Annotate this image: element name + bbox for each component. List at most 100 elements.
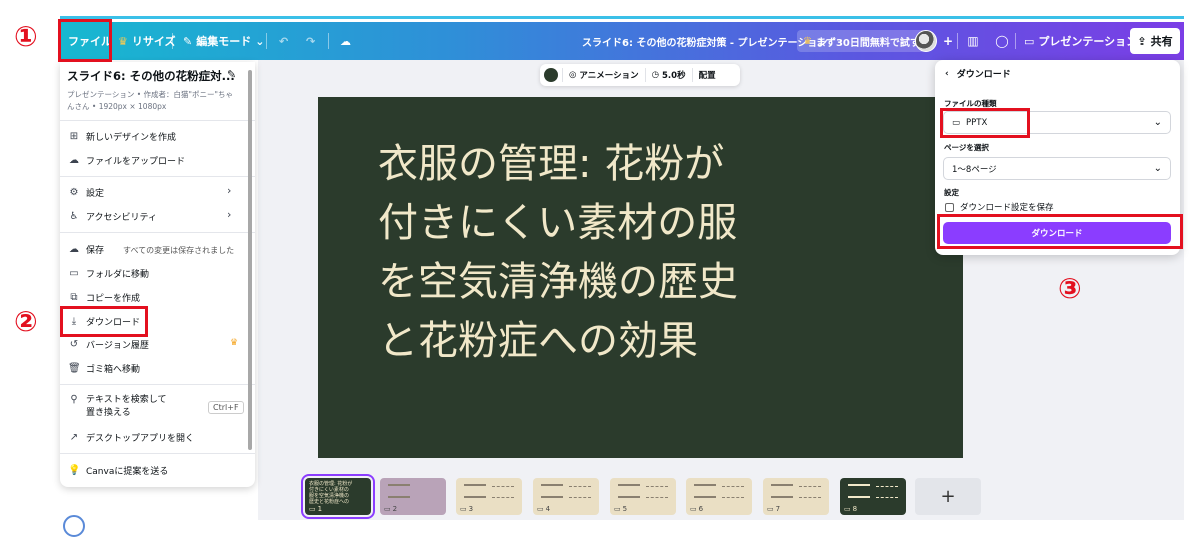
settings-label: 設定 xyxy=(86,188,105,199)
panel-divider xyxy=(60,384,255,385)
resize-label: リサイズ xyxy=(131,35,176,48)
page-thumbnail[interactable]: ▭ 5 xyxy=(610,478,676,515)
download-label: ダウンロード xyxy=(86,317,141,328)
share-button[interactable]: ⇪ 共有 xyxy=(1130,28,1180,54)
upload-item[interactable]: ☁ ファイルをアップロード xyxy=(68,152,185,168)
file-type-select[interactable]: ▭ PPTX ⌄ xyxy=(943,111,1171,134)
feedback-item[interactable]: 💡 Canvaに提案を送る xyxy=(68,462,168,478)
crown-icon: ♛ xyxy=(118,34,128,48)
page-number: 4 xyxy=(545,505,551,513)
desktop-app-label: デスクトップアプリを開く xyxy=(86,433,195,444)
panel-divider xyxy=(60,232,255,233)
slide-icon: ▭ xyxy=(614,505,621,513)
document-title[interactable]: スライド6: その他の花粉症対策 - プレゼンテーション xyxy=(582,22,827,60)
present-label: プレゼンテーション xyxy=(1038,35,1138,48)
comments-button[interactable]: ◯ xyxy=(991,30,1013,52)
step-1-number: ① xyxy=(14,20,38,53)
toolbar-divider xyxy=(957,33,958,49)
undo-button[interactable]: ↶ xyxy=(279,22,288,60)
thumbnail-content xyxy=(848,484,870,498)
pages-select[interactable]: 1〜8ページ ⌄ xyxy=(943,157,1171,180)
thumbnail-content xyxy=(876,486,898,498)
help-icon[interactable] xyxy=(63,515,85,537)
add-page-button[interactable]: + xyxy=(915,478,981,515)
slide-text[interactable]: 衣服の管理: 花粉が付きにくい素材の服を空気清浄機の歴史と花粉症への効果 xyxy=(378,135,758,371)
color-swatch[interactable] xyxy=(544,68,558,82)
edit-title-icon[interactable]: ✎ xyxy=(227,68,236,81)
page-thumbnails: 衣服の管理: 花粉が付きにくい素材の服を空気清浄機の歴史と花粉症への ▭ 1 ▭ 2… xyxy=(258,472,1184,520)
page-thumbnail[interactable]: ▭ 3 xyxy=(456,478,522,515)
insights-button[interactable]: ▥ xyxy=(962,30,984,52)
document-title-text: スライド6: その他の花粉症対策 - プレゼンテーション xyxy=(582,37,828,49)
panel-scrollbar[interactable] xyxy=(248,70,252,450)
undo-icon: ↶ xyxy=(279,34,289,48)
add-collaborator-button[interactable]: + xyxy=(937,30,959,52)
thumbnail-content xyxy=(694,484,716,498)
page-thumbnail[interactable]: ▭ 8 xyxy=(840,478,906,515)
chevron-right-icon: › xyxy=(227,184,232,197)
user-avatar[interactable] xyxy=(915,30,937,52)
download-panel-title: ダウンロード xyxy=(956,70,1011,80)
back-chevron-icon[interactable]: ‹ xyxy=(945,69,949,79)
upload-label: ファイルをアップロード xyxy=(86,156,186,167)
pages-value: 1〜8ページ xyxy=(952,164,997,175)
cloud-check-icon: ☁ xyxy=(69,243,79,255)
cloud-save-status[interactable]: ☁ xyxy=(340,22,351,60)
page-thumbnail[interactable]: ▭ 4 xyxy=(533,478,599,515)
download-item[interactable]: ⤓ ダウンロード xyxy=(68,313,140,329)
download-panel-header: ‹ ダウンロード xyxy=(945,67,1011,81)
edit-mode-button[interactable]: ✎ 編集モード ⌄ xyxy=(183,22,264,60)
settings-item[interactable]: ⚙ 設定 xyxy=(68,184,105,200)
thumbnail-content xyxy=(722,486,744,498)
save-status: すべての変更は保存されました xyxy=(123,246,235,255)
page-thumbnail[interactable]: ▭ 6 xyxy=(686,478,752,515)
present-button[interactable]: ▭ プレゼンテーション xyxy=(1024,22,1137,60)
page-thumbnail[interactable]: ▭ 7 xyxy=(763,478,829,515)
cloud-check-icon: ☁ xyxy=(340,34,351,48)
top-divider xyxy=(60,16,1184,19)
thumbnail-number: ▭ 3 xyxy=(460,505,473,513)
add-design-icon: ⊞ xyxy=(69,130,79,142)
version-history-item[interactable]: ↺ バージョン履歴 xyxy=(68,336,149,352)
toolbar-divider xyxy=(266,33,267,49)
panel-divider xyxy=(60,176,255,177)
save-settings-checkbox[interactable]: ダウンロード設定を保存 xyxy=(945,201,1054,213)
animation-button[interactable]: ◎ アニメーション xyxy=(562,68,645,82)
chevron-down-icon: ⌄ xyxy=(1153,117,1162,128)
step-2-number: ② xyxy=(14,305,38,338)
external-link-icon: ↗ xyxy=(69,431,79,443)
thumbnail-text: 衣服の管理: 花粉が付きにくい素材の服を空気清浄機の歴史と花粉症への xyxy=(309,481,353,505)
trash-item[interactable]: 🗑 ゴミ箱へ移動 xyxy=(68,360,140,376)
desktop-app-item[interactable]: ↗ デスクトップアプリを開く xyxy=(68,429,194,445)
accessibility-item[interactable]: ♿ アクセシビリティ xyxy=(68,208,158,224)
new-design-item[interactable]: ⊞ 新しいデザインを作成 xyxy=(68,128,176,144)
page-number: 3 xyxy=(468,505,474,513)
checkbox-box[interactable] xyxy=(945,202,954,212)
thumbnail-number: ▭ 2 xyxy=(384,505,397,513)
toolbar-divider xyxy=(1015,33,1016,49)
panel-meta: プレゼンテーション • 作成者：白猫"ポニー"ちゃんさん • 1920px × … xyxy=(67,90,233,111)
slide-canvas[interactable]: 衣服の管理: 花粉が付きにくい素材の服を空気清浄機の歴史と花粉症への効果 xyxy=(318,97,963,458)
toolbar-divider xyxy=(172,33,173,49)
element-context-bar: ◎ アニメーション ◷ 5.0秒 配置 xyxy=(540,64,740,86)
copy-item[interactable]: ⧉ コピーを作成 xyxy=(68,289,140,305)
file-menu-button[interactable]: ファイル xyxy=(68,22,112,60)
page-number: 8 xyxy=(852,505,858,513)
save-item[interactable]: ☁ 保存 xyxy=(68,241,104,257)
thumbnail-content xyxy=(569,486,591,498)
duration-button[interactable]: ◷ 5.0秒 xyxy=(644,68,692,82)
free-trial-button[interactable]: ♛ まず30日間無料で試す xyxy=(797,30,926,52)
edit-mode-label: 編集モード xyxy=(196,35,252,48)
accessibility-label: アクセシビリティ xyxy=(86,212,158,223)
find-replace-item[interactable]: ⚲ テキストを検索して置き換える xyxy=(68,394,172,420)
resize-button[interactable]: ♛ リサイズ xyxy=(118,22,176,60)
chevron-down-icon: ⌄ xyxy=(1153,163,1162,174)
position-button[interactable]: 配置 xyxy=(691,68,722,82)
move-folder-item[interactable]: ▭ フォルダに移動 xyxy=(68,265,149,281)
page-thumbnail[interactable]: ▭ 2 xyxy=(380,478,446,515)
page-thumbnail[interactable]: 衣服の管理: 花粉が付きにくい素材の服を空気清浄機の歴史と花粉症への ▭ 1 xyxy=(301,474,375,519)
download-button[interactable]: ダウンロード xyxy=(943,222,1171,244)
copy-icon: ⧉ xyxy=(70,291,78,303)
redo-button[interactable]: ↷ xyxy=(306,22,315,60)
thumbnail-number: ▭ 6 xyxy=(690,505,703,513)
